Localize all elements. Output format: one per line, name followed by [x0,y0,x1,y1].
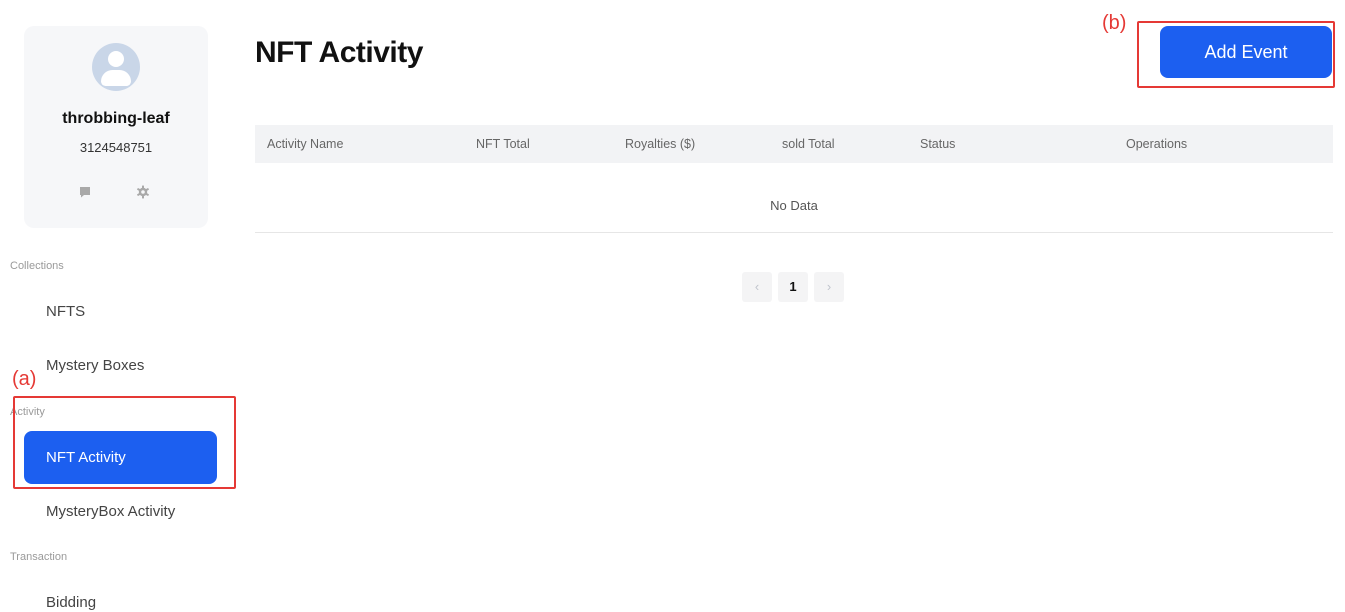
column-header: Activity Name [267,137,344,151]
profile-card: throbbing-leaf 3124548751 [24,26,208,228]
username: throbbing-leaf [62,110,170,127]
message-icon[interactable] [78,185,92,199]
user-id: 3124548751 [79,140,153,155]
pagination-page-button[interactable]: 1 [778,272,808,302]
sidebar-item-nfts[interactable]: NFTS [24,285,217,338]
annotation-box-a [13,396,236,489]
section-label-collections: Collections [10,260,64,272]
table-header: Activity Name NFT Total Royalties ($) so… [255,125,1333,163]
pagination-next-button[interactable]: › [814,272,844,302]
table-body: No Data [255,163,1333,233]
column-header: Royalties ($) [625,137,696,151]
column-header: sold Total [782,137,835,151]
annotation-box-b [1137,21,1335,88]
sidebar-item-mysterybox-activity[interactable]: MysteryBox Activity [24,485,217,538]
pagination-prev-button[interactable]: ‹ [742,272,772,302]
gear-icon[interactable] [136,185,150,199]
empty-state-text: No Data [770,198,818,213]
avatar-body [101,70,131,86]
activity-table: Activity Name NFT Total Royalties ($) so… [255,125,1333,233]
section-label-transaction: Transaction [10,551,68,563]
sidebar-item-mystery-boxes[interactable]: Mystery Boxes [24,339,217,392]
avatar-head [108,51,124,67]
annotation-label-b: (b) [1102,12,1127,34]
page-title: NFT Activity [255,36,423,69]
column-header: Status [920,137,956,151]
column-header: NFT Total [476,137,530,151]
column-header: Operations [1126,137,1188,151]
avatar[interactable] [92,43,140,91]
annotation-label-a: (a) [12,368,37,390]
sidebar-item-bidding[interactable]: Bidding [24,576,217,612]
